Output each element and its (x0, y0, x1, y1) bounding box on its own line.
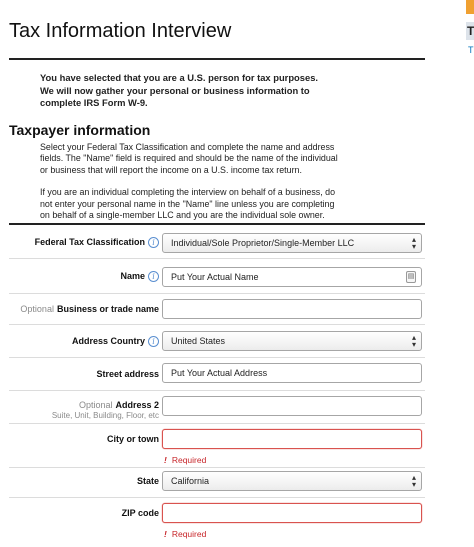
edge-side-link[interactable]: T (468, 45, 474, 55)
street-address-input[interactable]: Put Your Actual Address (162, 363, 422, 383)
select-caret-icon: ▴ ▾ (411, 473, 416, 489)
info-icon[interactable]: i (148, 271, 159, 283)
address2-input[interactable] (162, 396, 422, 416)
business-name-label: Optional Business or trade name (20, 304, 159, 314)
contact-card-icon[interactable]: ▤ (406, 271, 416, 283)
address2-hint: Suite, Unit, Building, Floor, etc (51, 411, 159, 420)
address-country-label: Address Country i (72, 336, 159, 348)
tax-classification-label: Federal Tax Classification i (35, 237, 159, 249)
section-description: Select your Federal Tax Classification a… (40, 142, 340, 232)
section-description-paragraph-1: Select your Federal Tax Classification a… (40, 142, 338, 175)
business-name-row: Optional Business or trade name (9, 294, 425, 325)
address-country-value: United States (171, 336, 226, 346)
name-label: Name i (120, 271, 159, 283)
address2-row: Optional Address 2 Suite, Unit, Building,… (9, 391, 425, 424)
select-caret-icon: ▴ ▾ (411, 333, 416, 349)
street-address-value: Put Your Actual Address (171, 368, 268, 378)
address-country-select[interactable]: United States ▴ ▾ (162, 331, 422, 351)
edge-accent-bar (466, 0, 474, 14)
name-input[interactable]: Put Your Actual Name ▤ (162, 267, 422, 287)
zip-error-text: Required (171, 529, 207, 539)
tax-classification-row: Federal Tax Classification i Individual/S… (9, 225, 425, 259)
address2-label: Optional Address 2 (78, 400, 159, 410)
street-address-row: Street address Put Your Actual Address (9, 358, 425, 391)
name-row: Name i Put Your Actual Name ▤ (9, 259, 425, 294)
city-label: City or town (107, 434, 159, 444)
state-row: State California ▴ ▾ (9, 468, 425, 498)
business-name-input[interactable] (162, 299, 422, 319)
section-description-paragraph-2: If you are an individual completing the … (40, 187, 336, 221)
name-input-value: Put Your Actual Name (171, 272, 259, 282)
zip-input[interactable] (162, 503, 422, 523)
street-address-label: Street address (96, 369, 159, 379)
address-country-row: Address Country i United States ▴ ▾ (9, 325, 425, 358)
zip-label: ZIP code (121, 508, 159, 518)
tax-classification-select[interactable]: Individual/Sole Proprietor/Single-Member… (162, 233, 422, 253)
error-mark-icon: ! (164, 455, 167, 465)
title-divider (9, 58, 425, 60)
city-error: ! Required (164, 455, 206, 465)
city-error-text: Required (171, 455, 207, 465)
edge-side-title: T (467, 24, 474, 38)
info-icon[interactable]: i (148, 336, 159, 348)
section-heading: Taxpayer information (9, 122, 151, 138)
state-label: State (136, 476, 159, 486)
state-value: California (171, 476, 210, 486)
zip-error: ! Required (164, 529, 206, 539)
info-icon[interactable]: i (148, 237, 159, 249)
city-input[interactable] (162, 429, 422, 449)
city-row: City or town ! Required (9, 424, 425, 468)
zip-row: ZIP code ! Required (9, 498, 425, 547)
state-select[interactable]: California ▴ ▾ (162, 471, 422, 491)
intro-text: You have selected that you are a U.S. pe… (40, 72, 319, 109)
error-mark-icon: ! (164, 529, 167, 539)
select-caret-icon: ▴ ▾ (411, 235, 416, 251)
tax-classification-value: Individual/Sole Proprietor/Single-Member… (171, 238, 355, 248)
page-title: Tax Information Interview (9, 20, 232, 42)
